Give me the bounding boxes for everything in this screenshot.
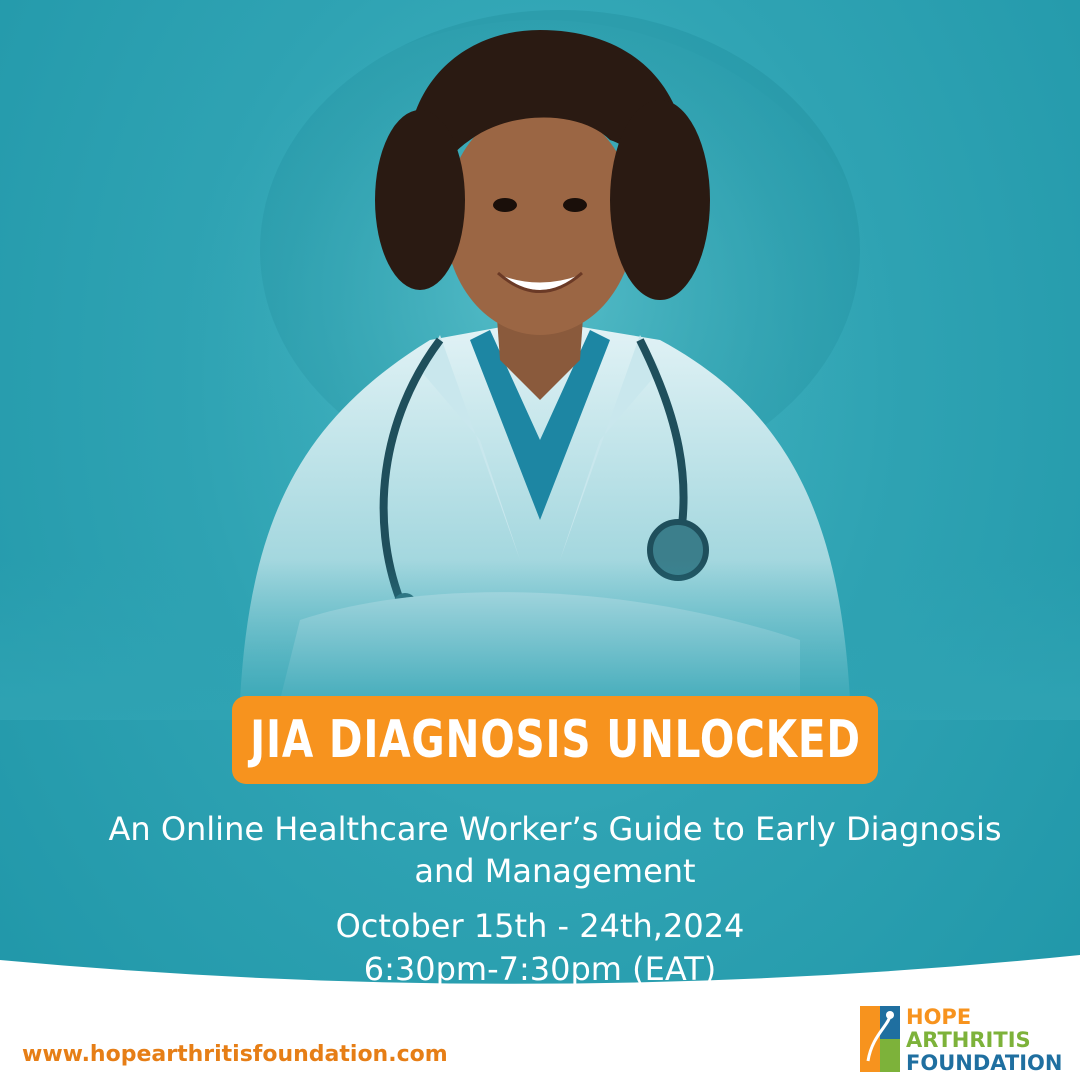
subtitle-line-1: An Online Healthcare Worker’s Guide to E… [108,810,1002,848]
event-title: JIA DIAGNOSIS UNLOCKED [249,710,861,770]
subtitle-line-2: and Management [414,852,696,890]
website-link[interactable]: www.hopearthritisfoundation.com [22,1042,448,1067]
title-banner: JIA DIAGNOSIS UNLOCKED [232,696,878,784]
event-time: 6:30pm-7:30pm (EAT) [363,950,717,988]
event-subtitle: An Online Healthcare Worker’s Guide to E… [40,808,1070,892]
logo-text-line-1: HOPE [906,1005,972,1029]
logo-mark-icon [860,1006,900,1072]
logo-text-line-2: ARTHRITIS [906,1028,1031,1052]
logo-text-line-3: FOUNDATION [906,1051,1063,1075]
foundation-logo: HOPE ARTHRITIS FOUNDATION [860,1006,1075,1076]
event-dates: October 15th - 24th,2024 [335,907,745,945]
poster: JIA DIAGNOSIS UNLOCKED An Online Healthc… [0,0,1080,1080]
